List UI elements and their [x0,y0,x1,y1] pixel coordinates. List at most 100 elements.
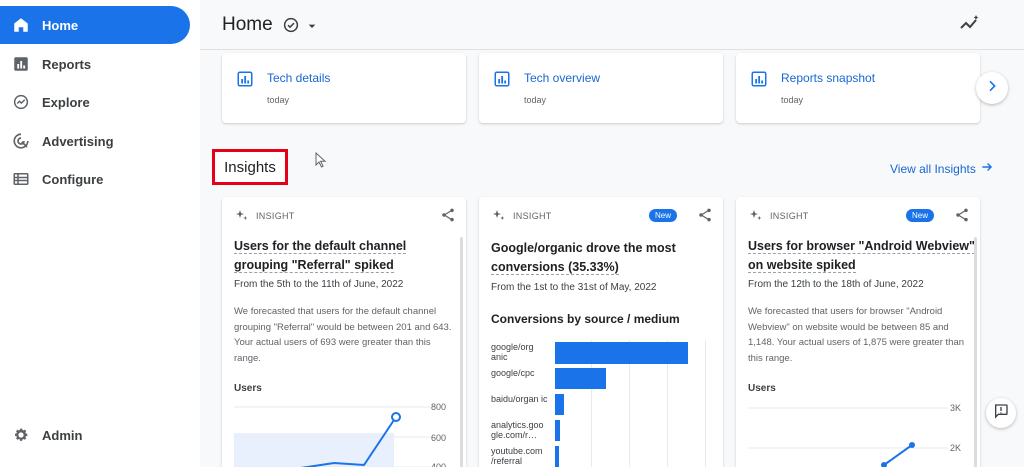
sidebar-item-admin[interactable]: Admin [0,416,190,454]
report-card-date: today [781,95,804,105]
explore-icon [12,93,30,111]
share-icon[interactable] [954,207,970,223]
y-axis-tick: 600 [431,433,447,443]
bar-label: google/org anic [491,342,534,362]
sidebar: Home Reports Explore Advertising Configu… [0,0,200,467]
insight-description: We forecasted that users for the default… [234,306,452,364]
sidebar-item-reports[interactable]: Reports [0,45,190,83]
bar[interactable] [555,446,559,467]
check-circle-icon[interactable] [282,16,300,34]
insight-header: INSIGHT [491,208,552,224]
bar-label: baidu/organ ic [491,394,548,404]
bar-label: google/cpc [491,368,535,378]
carousel-next-button[interactable] [976,72,1008,104]
y-axis-tick: 3K [950,403,962,413]
insight-card-google-organic[interactable]: INSIGHT New Google/organic drove the mos… [479,197,723,467]
gear-icon [12,426,30,444]
sidebar-item-label: Configure [42,171,104,187]
sidebar-item-explore[interactable]: Explore [0,83,190,121]
sidebar-item-advertising[interactable]: Advertising [0,122,190,160]
sidebar-item-label: Reports [42,56,92,72]
bar[interactable] [555,342,688,364]
sidebar-item-label: Home [42,17,79,33]
feedback-icon [993,403,1009,424]
insights-sparkline-icon[interactable] [958,12,982,36]
sidebar-item-label: Explore [42,94,90,110]
view-all-insights-link[interactable]: View all Insights [890,160,994,177]
sidebar-item-label: Admin [42,427,83,443]
sidebar-item-label: Advertising [42,133,114,149]
insight-description: We forecasted that users for browser "An… [748,306,965,364]
reports-icon [12,55,30,73]
configure-icon [12,170,30,188]
sparkle-icon [491,208,507,224]
mouse-cursor-icon [315,151,327,168]
insight-date: From the 12th to the 18th of June, 2022 [748,279,924,290]
chevron-down-icon[interactable] [304,18,320,34]
insight-card-referral[interactable]: INSIGHT Users for the default channel gr… [222,197,466,467]
insight-title: Users for the default channel grouping "… [234,237,454,275]
bar[interactable] [555,420,560,441]
report-chart-icon [750,70,768,88]
top-bar: Home [200,0,1024,50]
report-card-tech-overview[interactable]: Tech overview today [479,53,723,123]
insight-title-line2: on website spiked [748,258,856,273]
insight-title-line2: conversions (35.33%) [491,260,619,275]
report-chart-icon [236,70,254,88]
report-card-reports-snapshot[interactable]: Reports snapshot today [736,53,980,123]
y-axis-tick: 2K [950,443,962,453]
share-icon[interactable] [440,207,456,223]
y-axis-tick: 400 [431,462,447,467]
card-scrollbar[interactable] [460,237,463,467]
breakdown-title: Conversions by source / medium [491,312,680,326]
advertising-icon [12,132,30,150]
insight-header: INSIGHT [234,208,295,224]
new-badge: New [649,209,678,222]
report-card-title: Tech overview [524,71,601,85]
insight-date: From the 1st to the 31st of May, 2022 [491,282,657,293]
insight-kicker: INSIGHT [513,211,552,221]
bar[interactable] [555,368,606,389]
insight-card-android-webview[interactable]: INSIGHT New Users for browser "Android W… [736,197,980,467]
insight-title: Users for browser "Android Webview" on w… [748,237,980,275]
card-scrollbar[interactable] [974,237,977,467]
insight-title: Google/organic drove the most conversion… [491,239,711,277]
insight-kicker: INSIGHT [256,211,295,221]
insights-heading: Insights [212,149,288,185]
chart-gridline [705,340,706,467]
home-icon [12,16,30,34]
insight-kicker: INSIGHT [770,211,809,221]
insight-header: INSIGHT [748,208,809,224]
share-icon[interactable] [697,207,713,223]
insight-title-line1: Users for the default channel [234,239,407,254]
bar-label: youtube.com /referral [491,446,543,466]
y-axis-tick: 800 [431,402,447,412]
report-card-date: today [267,95,290,105]
arrow-right-icon [980,160,994,177]
chevron-right-icon [984,78,1000,99]
insight-title-line1: Google/organic drove the most [491,241,676,255]
sidebar-item-configure[interactable]: Configure [0,160,190,198]
sparkle-icon [748,208,764,224]
insight-date: From the 5th to the 11th of June, 2022 [234,279,404,290]
feedback-button[interactable] [986,398,1016,428]
report-card-date: today [524,95,547,105]
insight-sparkline-chart [234,406,434,467]
bar-label: analytics.goo gle.com/r… [491,420,544,440]
report-card-title: Tech details [267,71,331,85]
insight-title-line2: grouping "Referral" spiked [234,258,394,273]
sparkle-icon [234,208,250,224]
sidebar-item-home[interactable]: Home [0,6,190,44]
insight-metric-label: Users [234,383,262,394]
page-title: Home [222,14,273,35]
insight-sparkline-chart [748,407,948,467]
insight-metric-label: Users [748,383,776,394]
bar[interactable] [555,394,564,415]
insight-title-line1: Users for browser "Android Webview" [748,239,975,254]
new-badge: New [906,209,935,222]
view-all-insights-label: View all Insights [890,161,976,176]
report-card-tech-details[interactable]: Tech details today [222,53,466,123]
report-chart-icon [493,70,511,88]
report-card-title: Reports snapshot [781,71,876,85]
main-content: Home Tech details today Tech overview to… [200,0,1024,467]
